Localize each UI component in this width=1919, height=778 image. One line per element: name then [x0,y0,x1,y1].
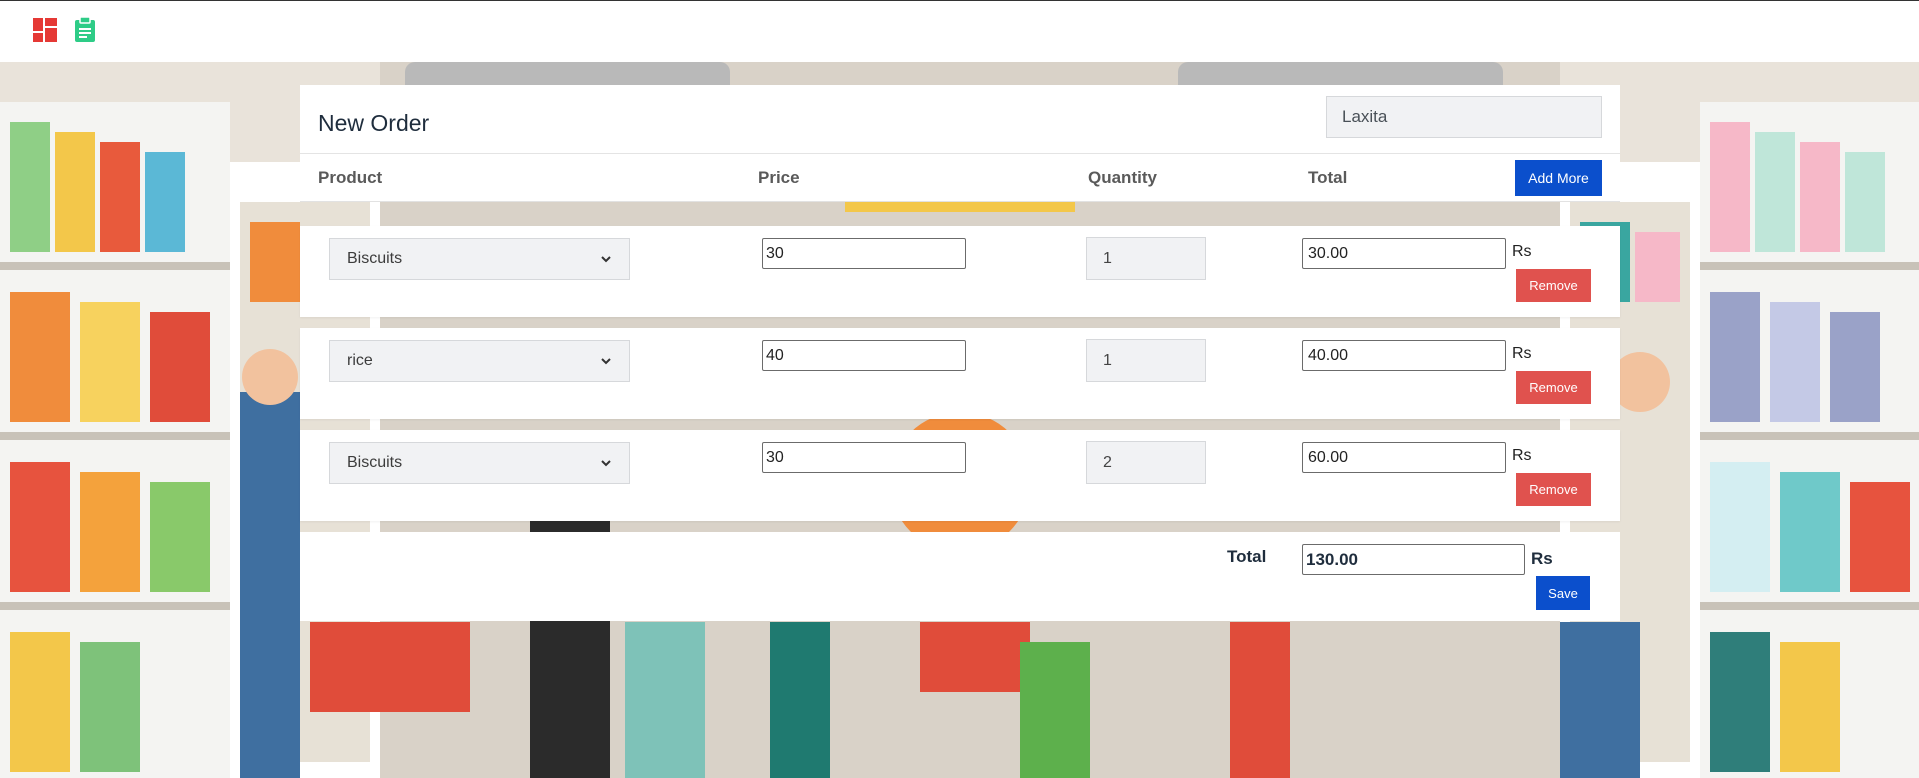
line-total-input[interactable] [1302,340,1506,371]
order-row: Biscuits Rs Remove [300,430,1620,521]
product-select-value: rice [347,352,373,369]
clipboard-icon[interactable] [72,16,98,43]
quantity-input[interactable] [1086,441,1206,484]
order-row: rice Rs Remove [300,328,1620,419]
dashboard-grid-icon[interactable] [32,17,58,43]
chevron-down-icon [601,256,611,263]
column-header-total: Total [1308,168,1348,187]
order-header-card: New Order Product Price Quantity Total A… [300,85,1620,202]
currency-label: Rs [1512,243,1532,260]
chevron-down-icon [601,460,611,467]
order-row: Biscuits Rs Remove [300,226,1620,317]
column-header-price: Price [758,168,800,187]
grand-total-input[interactable] [1302,544,1525,575]
price-input[interactable] [762,442,966,473]
price-input[interactable] [762,238,966,269]
remove-button[interactable]: Remove [1516,371,1591,404]
customer-name-input[interactable] [1326,96,1602,138]
product-select[interactable]: Biscuits [329,442,630,484]
quantity-input[interactable] [1086,237,1206,280]
quantity-input[interactable] [1086,339,1206,382]
page-title: New Order [318,110,430,136]
product-select[interactable]: Biscuits [329,238,630,280]
save-button[interactable]: Save [1536,576,1590,610]
top-navbar [0,0,1919,62]
price-input[interactable] [762,340,966,371]
currency-label: Rs [1512,345,1532,362]
chevron-down-icon [601,358,611,365]
remove-button[interactable]: Remove [1516,473,1591,506]
order-footer-card: Total Rs Save [300,532,1620,621]
header-divider [300,153,1620,154]
product-select-value: Biscuits [347,454,403,471]
grand-total-label: Total [1227,547,1267,566]
column-header-product: Product [318,168,383,187]
add-more-button[interactable]: Add More [1515,160,1602,196]
product-select-value: Biscuits [347,250,403,267]
line-total-input[interactable] [1302,442,1506,473]
remove-button[interactable]: Remove [1516,269,1591,302]
product-select[interactable]: rice [329,340,630,382]
line-total-input[interactable] [1302,238,1506,269]
currency-label: Rs [1512,447,1532,464]
grand-total-currency: Rs [1531,549,1553,568]
column-header-quantity: Quantity [1088,168,1157,187]
